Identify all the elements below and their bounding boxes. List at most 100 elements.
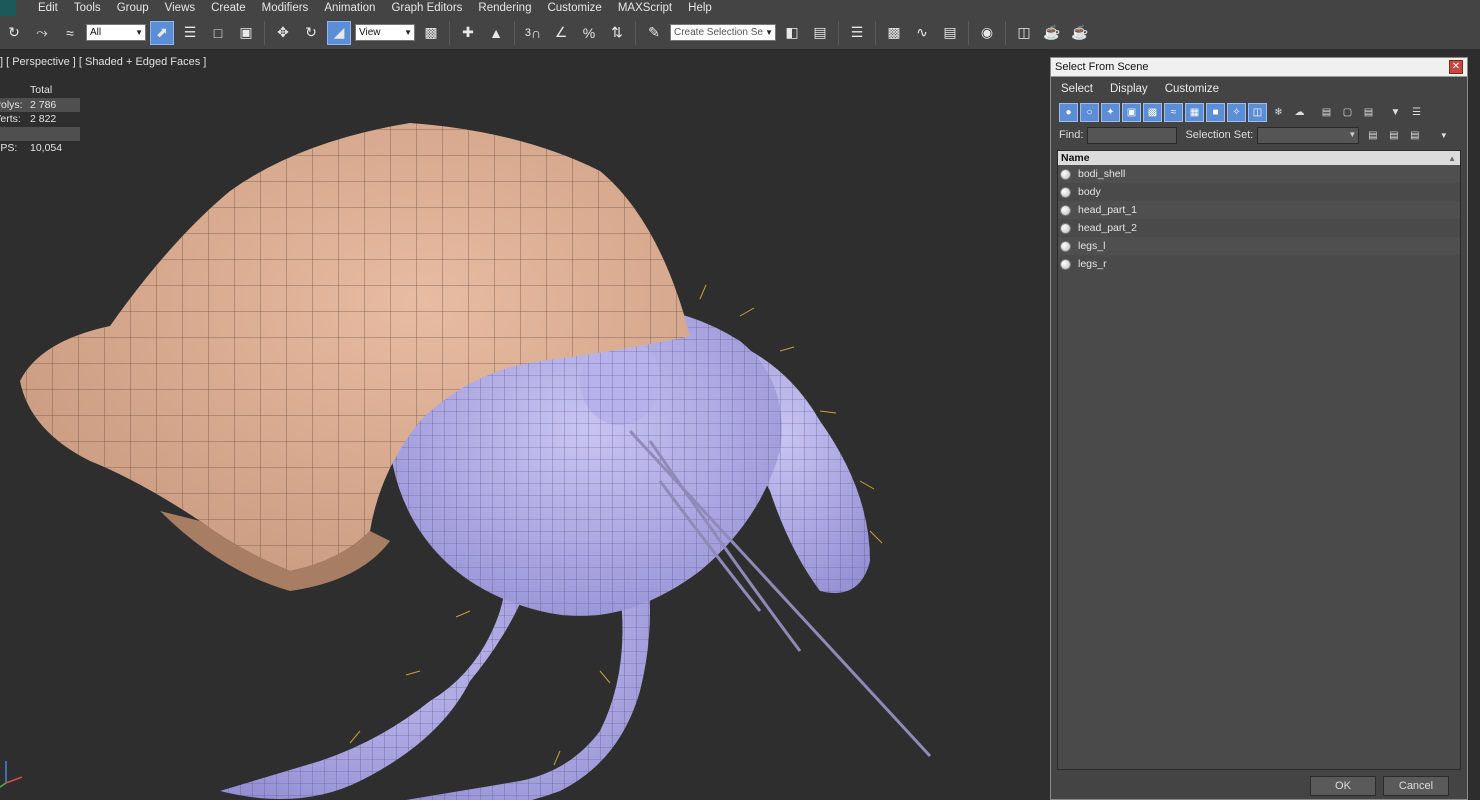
menu-modifiers[interactable]: Modifiers — [254, 0, 317, 16]
toolbar-divider — [514, 20, 515, 45]
display-all-icon[interactable]: ▤ — [1317, 103, 1336, 122]
stats-fps-label: FPS: — [0, 142, 18, 154]
edit-named-selection-icon[interactable]: ✎ — [642, 21, 666, 45]
close-icon[interactable]: ✕ — [1449, 60, 1463, 74]
filter-icon[interactable]: ▼ — [1386, 103, 1405, 122]
scale-icon[interactable]: ◢ — [327, 20, 351, 45]
list-item[interactable]: head_part_2 — [1058, 219, 1460, 237]
dialog-menu-select[interactable]: Select — [1061, 83, 1093, 95]
display-frozen-icon[interactable]: ❄ — [1269, 103, 1288, 122]
menu-customize[interactable]: Customize — [539, 0, 609, 16]
menu-create[interactable]: Create — [203, 0, 254, 16]
cancel-button[interactable]: Cancel — [1383, 776, 1449, 796]
dialog-footer: OK Cancel — [1051, 771, 1467, 799]
select-object-button[interactable]: ⬈ — [150, 20, 174, 45]
display-hidden-icon[interactable]: ☁ — [1290, 103, 1309, 122]
rendered-frame-window-icon[interactable]: ☕ — [1040, 21, 1064, 45]
menu-help[interactable]: Help — [680, 0, 720, 16]
display-containers-icon[interactable]: ◫ — [1248, 102, 1267, 122]
geometry-icon — [1060, 168, 1071, 180]
ok-button[interactable]: OK — [1310, 776, 1376, 796]
selection-set-label: Selection Set: — [1185, 129, 1254, 141]
material-editor-icon[interactable]: ◉ — [975, 21, 999, 45]
dialog-title-bar[interactable]: Select From Scene ✕ — [1051, 58, 1467, 77]
perspective-viewport[interactable]: ] [ Perspective ] [ Shaded + Edged Faces… — [0, 51, 1050, 800]
render-production-icon[interactable]: ☕ — [1068, 21, 1092, 45]
rotate-icon[interactable]: ↻ — [299, 21, 323, 45]
display-xrefs-icon[interactable]: ■ — [1206, 102, 1225, 122]
bind-space-warp-icon[interactable]: ≈ — [58, 21, 82, 45]
create-selection-set-icon[interactable]: ▤ — [1363, 126, 1382, 145]
select-by-name-button[interactable]: ☰ — [178, 21, 202, 45]
rectangular-selection-icon[interactable]: □ — [206, 21, 230, 45]
add-to-selection-set-icon[interactable]: ▤ — [1384, 126, 1403, 145]
list-item[interactable]: body — [1058, 183, 1460, 201]
schematic-view-icon[interactable]: ▤ — [938, 21, 962, 45]
display-groups-icon[interactable]: ▦ — [1185, 102, 1204, 122]
keyboard-shortcut-icon[interactable]: ▲ — [484, 21, 508, 45]
magnet-icon: ∩ — [531, 24, 542, 41]
reference-coordinate-dropdown[interactable]: View ▼ — [355, 24, 415, 41]
find-row: Find: Selection Set: ▼ ▤ ▤ ▤ ▼ — [1051, 123, 1467, 147]
move-icon[interactable]: ✥ — [271, 21, 295, 45]
display-none-icon[interactable]: ▢ — [1338, 103, 1357, 122]
unlink-icon[interactable]: ⤳ — [30, 21, 54, 45]
angle-snap-icon[interactable]: ∠ — [549, 21, 573, 45]
display-invert-icon[interactable]: ▤ — [1359, 103, 1378, 122]
list-item[interactable]: bodi_shell — [1058, 165, 1460, 183]
mirror-icon[interactable]: ◧ — [780, 21, 804, 45]
toolbar-divider — [875, 20, 876, 45]
list-item[interactable]: head_part_1 — [1058, 201, 1460, 219]
stats-fps-value: 10,054 — [30, 142, 63, 154]
more-options-icon[interactable]: ▼ — [1434, 126, 1453, 145]
list-item[interactable]: legs_r — [1058, 255, 1460, 273]
name-column-header[interactable]: Name ▲ — [1058, 151, 1460, 165]
filter-options-icon[interactable]: ☰ — [1407, 103, 1426, 122]
display-space-warps-icon[interactable]: ≈ — [1164, 102, 1183, 122]
selection-set-dropdown[interactable]: ▼ — [1257, 126, 1360, 144]
list-item[interactable]: legs_l — [1058, 237, 1460, 255]
named-selection-sets-dropdown[interactable]: Create Selection Se ▼ — [670, 24, 776, 41]
scene-explorer-icon[interactable]: ▩ — [882, 21, 906, 45]
menu-edit[interactable]: Edit — [30, 0, 66, 16]
menu-graph-editors[interactable]: Graph Editors — [383, 0, 470, 16]
selection-filter-dropdown[interactable]: All ▼ — [86, 24, 146, 41]
window-crossing-icon[interactable]: ▣ — [234, 21, 258, 45]
remove-from-selection-set-icon[interactable]: ▤ — [1405, 126, 1424, 145]
menu-maxscript[interactable]: MAXScript — [610, 0, 680, 16]
chevron-down-icon: ▼ — [404, 28, 412, 37]
display-cameras-icon[interactable]: ▣ — [1122, 102, 1141, 122]
viewport-label[interactable]: ] [ Perspective ] [ Shaded + Edged Faces… — [0, 56, 206, 68]
display-bones-icon[interactable]: ✧ — [1227, 102, 1246, 122]
menu-rendering[interactable]: Rendering — [470, 0, 539, 16]
curve-editor-icon[interactable]: ∿ — [910, 21, 934, 45]
viewport-statistics: Total Polys: 2 786 Verts: 2 822 FPS: 10,054 — [0, 83, 80, 156]
app-button[interactable] — [0, 0, 16, 16]
display-helpers-icon[interactable]: ▩ — [1143, 102, 1162, 122]
link-icon[interactable]: ↻ — [2, 21, 26, 45]
toolbar-divider — [635, 20, 636, 45]
dialog-menu-customize[interactable]: Customize — [1165, 83, 1219, 95]
select-manipulate-icon[interactable]: ✚ — [456, 21, 480, 45]
display-geometry-icon[interactable]: ● — [1059, 102, 1078, 122]
toolbar-divider — [1005, 20, 1006, 45]
percent-snap-icon[interactable]: % — [577, 21, 601, 45]
geometry-icon — [1060, 240, 1071, 252]
menu-bar: Edit Tools Group Views Create Modifiers … — [0, 0, 1480, 16]
dialog-menu-display[interactable]: Display — [1110, 83, 1148, 95]
align-icon[interactable]: ▤ — [808, 21, 832, 45]
dialog-title: Select From Scene — [1055, 61, 1149, 73]
spinner-snap-icon[interactable]: ⇅ — [605, 21, 629, 45]
menu-group[interactable]: Group — [109, 0, 157, 16]
snaps-toggle-button[interactable]: 3 ∩ — [521, 21, 545, 45]
pivot-center-icon[interactable]: ▩ — [419, 21, 443, 45]
display-shapes-icon[interactable]: ○ — [1080, 102, 1099, 122]
display-lights-icon[interactable]: ✦ — [1101, 102, 1120, 122]
menu-views[interactable]: Views — [157, 0, 203, 16]
render-setup-icon[interactable]: ◫ — [1012, 21, 1036, 45]
chevron-down-icon: ▼ — [1348, 129, 1357, 139]
find-input[interactable] — [1087, 126, 1178, 144]
menu-tools[interactable]: Tools — [66, 0, 109, 16]
menu-animation[interactable]: Animation — [316, 0, 383, 16]
layer-manager-icon[interactable]: ☰ — [845, 21, 869, 45]
